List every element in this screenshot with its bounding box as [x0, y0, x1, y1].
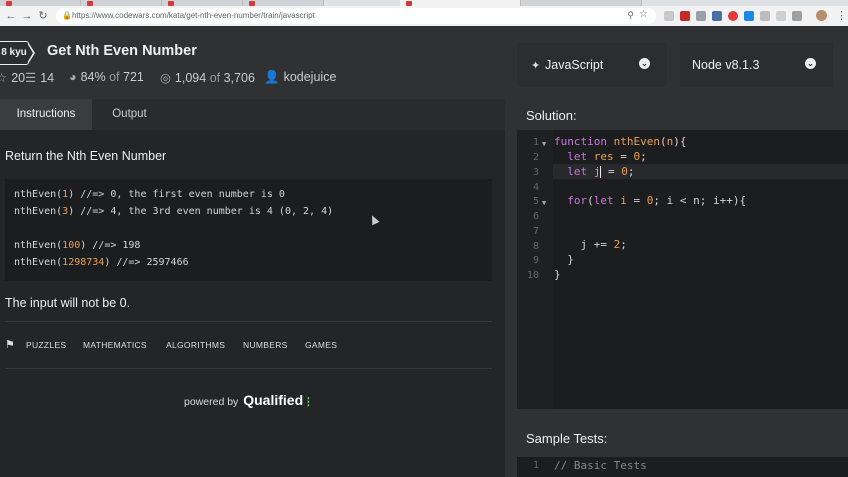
address-bar[interactable]: 🔒 https://www.codewars.com/kata/get-nth-…: [56, 8, 656, 24]
language-selected: JavaScript: [545, 58, 604, 72]
javascript-icon: ✦: [531, 60, 541, 72]
fold-arrow-icon[interactable]: ▼: [542, 140, 546, 148]
language-select[interactable]: ✦ JavaScript ⌄: [517, 43, 667, 87]
kata-title: Get Nth Even Number: [47, 43, 197, 59]
solution-editor[interactable]: 1 2 3 4 5 6 7 8 9 10 ▼ ▼ function nthEve…: [517, 130, 848, 409]
completed-of-label: of: [209, 71, 221, 85]
runtime-select[interactable]: Node v8.1.3 ⌄: [680, 43, 833, 87]
tag-numbers[interactable]: NUMBERS: [243, 340, 288, 350]
satisfaction-votes: 721: [123, 70, 144, 84]
tag-games[interactable]: GAMES: [305, 340, 337, 350]
fold-arrow-icon[interactable]: ▼: [542, 199, 546, 207]
reload-icon[interactable]: ↻: [36, 9, 50, 23]
editor-gutter: 1 2 3 4 5 6 7 8 9 10 ▼ ▼: [517, 130, 553, 409]
line-number: 2: [532, 152, 539, 163]
tag-mathematics[interactable]: MATHEMATICS: [83, 340, 147, 350]
line-number: 3: [532, 167, 539, 178]
tag-puzzles[interactable]: PUZZLES: [26, 340, 66, 350]
line-number: 4: [532, 182, 539, 193]
extension-icon[interactable]: [680, 11, 690, 21]
text-caret: [600, 166, 602, 178]
bookmark-star-icon[interactable]: ☆: [639, 9, 648, 20]
tab-output[interactable]: Output: [92, 99, 167, 130]
instructions-panel: Return the Nth Even Number nthEven(1) //…: [0, 130, 505, 477]
divider: [5, 368, 492, 369]
code-line: for(let i = 0; i < n; i++){: [567, 194, 747, 207]
zoom-icon[interactable]: ⚲: [627, 10, 634, 21]
extension-icon[interactable]: [696, 11, 706, 21]
lock-icon: 🔒: [62, 11, 72, 20]
collections-stack-icon[interactable]: ☰: [25, 71, 36, 85]
forward-icon[interactable]: →: [20, 9, 34, 23]
divider: [5, 321, 492, 322]
solution-header: Solution:: [517, 100, 848, 130]
line-number: 10: [526, 270, 539, 281]
sample-tests-heading: Sample Tests:: [526, 431, 608, 446]
extension-icon[interactable]: [744, 11, 754, 21]
back-icon[interactable]: ←: [4, 9, 18, 23]
kata-header: [0, 26, 505, 99]
collections-count: 14: [40, 71, 55, 85]
powered-by-label: powered by: [184, 396, 239, 408]
tag-algorithms[interactable]: ALGORITHMS: [166, 340, 225, 350]
example-code-block: nthEven(1) //=> 0, the first even number…: [5, 179, 492, 281]
chevron-down-icon: ⌄: [805, 58, 816, 69]
solution-heading: Solution:: [526, 108, 577, 123]
example-line: nthEven(1) //=> 0, the first even number…: [14, 189, 285, 200]
line-number: 1: [532, 137, 539, 148]
tag-icon: ⚑: [5, 339, 15, 351]
attempts-count: 3,706: [223, 71, 255, 85]
completed-count: 1,094: [174, 71, 207, 85]
qualified-logo-dots-icon: ⋮: [303, 396, 314, 408]
url-text: https://www.codewars.com/kata/get-nth-ev…: [72, 11, 315, 20]
example-line: nthEven(100) //=> 198: [14, 240, 141, 251]
powered-by-qualified[interactable]: powered by Qualified⋮: [184, 392, 314, 408]
example-line: nthEven(3) //=> 4, the 3rd even number i…: [14, 206, 334, 217]
code-line: }: [554, 268, 561, 281]
line-number: 6: [532, 211, 539, 222]
star-icon[interactable]: ☆: [0, 71, 7, 85]
user-icon: 👤: [264, 70, 280, 84]
line-number: 5: [532, 196, 539, 207]
profile-avatar[interactable]: [816, 10, 827, 21]
code-line: function nthEven(n){: [554, 135, 687, 148]
line-number: 8: [532, 241, 539, 252]
completed-target-icon: ◎: [160, 71, 171, 85]
sample-tests-header: Sample Tests:: [517, 409, 848, 457]
code-line: j += 2;: [554, 238, 627, 251]
runtime-selected: Node v8.1.3: [692, 58, 760, 72]
instruction-tabs: Instructions Output: [0, 99, 505, 130]
extension-icon[interactable]: [712, 11, 722, 21]
code-line: let res = 0;: [567, 150, 647, 163]
line-number: 7: [532, 226, 539, 237]
chevron-down-icon: ⌄: [639, 58, 650, 69]
satisfaction-percent: 84%: [80, 70, 106, 84]
extension-icon[interactable]: [776, 11, 786, 21]
example-line: nthEven(1298734) //=> 2597466: [14, 257, 189, 268]
browser-menu-icon[interactable]: ⋮: [836, 9, 847, 22]
rank-badge: 8 kyu: [0, 41, 29, 65]
rank-badge-arrow-inner: [27, 43, 33, 63]
instructions-heading: Return the Nth Even Number: [5, 149, 167, 163]
extension-icon[interactable]: [664, 11, 674, 21]
code-line: // Basic Tests: [554, 459, 647, 472]
extension-icon[interactable]: [760, 11, 770, 21]
stars-count: 20: [11, 71, 26, 85]
author-link[interactable]: kodejuice: [284, 70, 337, 84]
qualified-logo: Qualified: [243, 392, 304, 408]
line-number: 1: [532, 460, 539, 471]
line-number: 9: [532, 255, 539, 266]
satisfaction-gauge-icon: ◕: [69, 70, 77, 84]
extension-icon[interactable]: [792, 11, 802, 21]
tab-instructions[interactable]: Instructions: [0, 99, 92, 130]
browser-toolbar: ← → ↻ 🔒 https://www.codewars.com/kata/ge…: [0, 6, 848, 27]
instructions-note: The input will not be 0.: [5, 296, 131, 310]
sample-tests-editor[interactable]: 1 // Basic Tests: [517, 457, 848, 477]
extension-icon[interactable]: [728, 11, 738, 21]
satisfaction-of-label: of: [109, 70, 120, 84]
code-line: let j = 0;: [567, 165, 635, 178]
code-line: }: [554, 253, 574, 266]
